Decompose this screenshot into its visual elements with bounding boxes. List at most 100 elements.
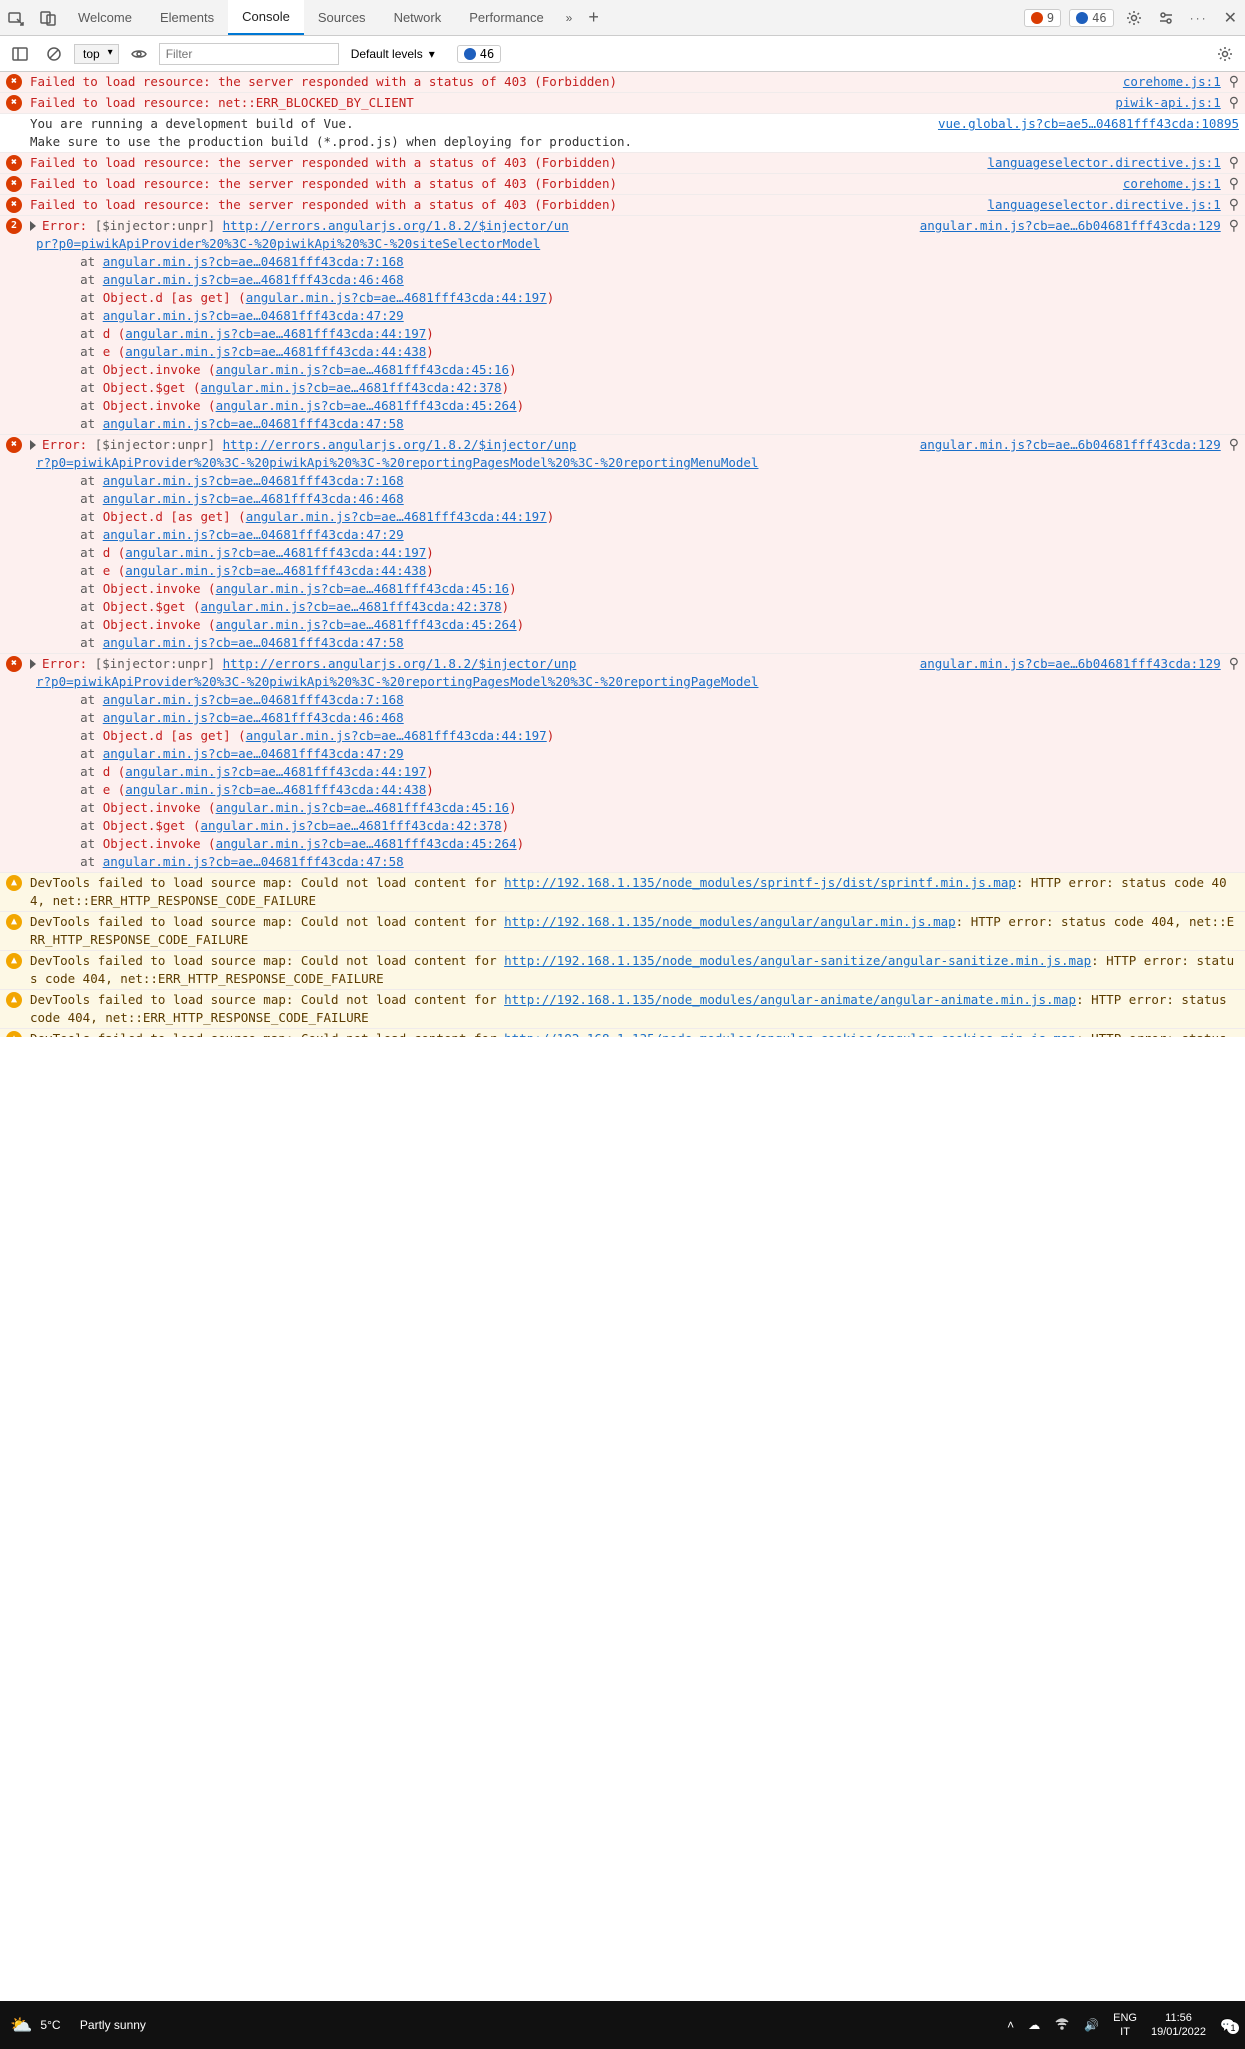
tab-network[interactable]: Network xyxy=(380,0,456,35)
hidden-issues-badge[interactable]: 46 xyxy=(457,45,501,63)
more-tabs-icon[interactable]: » xyxy=(558,0,581,35)
console-settings-icon[interactable] xyxy=(1211,42,1239,66)
stack-link[interactable]: angular.min.js?cb=ae…4681fff43cda:45:16 xyxy=(216,800,510,815)
log-row[interactable]: ✖ Error: [$injector:unpr] http://errors.… xyxy=(0,435,1245,654)
expand-icon[interactable] xyxy=(30,659,36,669)
stack-link[interactable]: angular.min.js?cb=ae…4681fff43cda:45:16 xyxy=(216,362,510,377)
log-row[interactable]: ✖ Error: [$injector:unpr] http://errors.… xyxy=(0,654,1245,873)
magnify-icon[interactable]: ⚲ xyxy=(1229,175,1239,193)
tray-onedrive-icon[interactable]: ☁ xyxy=(1028,2018,1040,2032)
live-eye-icon[interactable] xyxy=(125,42,153,66)
tray-notification-icon[interactable]: 💬1 xyxy=(1220,2018,1235,2032)
stack-link[interactable]: angular.min.js?cb=ae…4681fff43cda:46:468 xyxy=(103,491,404,506)
stack-link[interactable]: angular.min.js?cb=ae…04681fff43cda:47:58 xyxy=(103,635,404,650)
tray-volume-icon[interactable]: 🔊 xyxy=(1084,2018,1099,2032)
sourcemap-url[interactable]: http://192.168.1.135/node_modules/angula… xyxy=(504,914,956,929)
issues-count-badge[interactable]: 46 xyxy=(1069,9,1113,27)
weather-widget[interactable]: ⛅ 5°C Partly sunny xyxy=(10,2015,146,2036)
stack-link[interactable]: angular.min.js?cb=ae…4681fff43cda:44:438 xyxy=(125,563,426,578)
source-link[interactable]: languageselector.directive.js:1 xyxy=(987,196,1220,214)
clear-console-icon[interactable] xyxy=(40,42,68,66)
context-dropdown[interactable]: top xyxy=(74,44,119,64)
stack-link[interactable]: angular.min.js?cb=ae…4681fff43cda:42:378 xyxy=(201,380,502,395)
stack-link[interactable]: angular.min.js?cb=ae…4681fff43cda:45:264 xyxy=(216,398,517,413)
stack-link[interactable]: angular.min.js?cb=ae…04681fff43cda:47:58 xyxy=(103,416,404,431)
filter-input[interactable] xyxy=(159,43,339,65)
stack-link[interactable]: angular.min.js?cb=ae…04681fff43cda:7:168 xyxy=(103,473,404,488)
source-link[interactable]: angular.min.js?cb=ae…6b04681fff43cda:129 xyxy=(920,217,1221,235)
sourcemap-url[interactable]: http://192.168.1.135/node_modules/angula… xyxy=(504,992,1076,1007)
source-link[interactable]: vue.global.js?cb=ae5…04681fff43cda:10895 xyxy=(938,115,1239,133)
stack-link[interactable]: angular.min.js?cb=ae…4681fff43cda:44:197 xyxy=(125,545,426,560)
stack-link[interactable]: angular.min.js?cb=ae…4681fff43cda:45:264 xyxy=(216,836,517,851)
stack-link[interactable]: angular.min.js?cb=ae…4681fff43cda:45:264 xyxy=(216,617,517,632)
log-row[interactable]: ▲ DevTools failed to load source map: Co… xyxy=(0,1029,1245,1037)
error-count-badge[interactable]: 9 xyxy=(1024,9,1061,27)
customize-icon[interactable] xyxy=(1150,0,1182,35)
stack-link[interactable]: angular.min.js?cb=ae…4681fff43cda:44:197 xyxy=(125,764,426,779)
device-toggle-icon[interactable] xyxy=(32,0,64,35)
source-link[interactable]: angular.min.js?cb=ae…6b04681fff43cda:129 xyxy=(920,655,1221,673)
source-link[interactable]: corehome.js:1 xyxy=(1123,175,1221,193)
log-row[interactable]: ✖ Failed to load resource: net::ERR_BLOC… xyxy=(0,93,1245,114)
source-link[interactable]: languageselector.directive.js:1 xyxy=(987,154,1220,172)
error-url[interactable]: http://errors.angularjs.org/1.8.2/$injec… xyxy=(223,656,577,671)
stack-link[interactable]: angular.min.js?cb=ae…04681fff43cda:47:29 xyxy=(103,746,404,761)
stack-link[interactable]: angular.min.js?cb=ae…4681fff43cda:45:16 xyxy=(216,581,510,596)
stack-link[interactable]: angular.min.js?cb=ae…4681fff43cda:44:197 xyxy=(246,290,547,305)
tab-console[interactable]: Console xyxy=(228,0,304,35)
magnify-icon[interactable]: ⚲ xyxy=(1229,154,1239,172)
sourcemap-url[interactable]: http://192.168.1.135/node_modules/sprint… xyxy=(504,875,1016,890)
more-icon[interactable]: ··· xyxy=(1182,0,1216,35)
stack-link[interactable]: angular.min.js?cb=ae…04681fff43cda:47:29 xyxy=(103,527,404,542)
stack-link[interactable]: angular.min.js?cb=ae…04681fff43cda:7:168 xyxy=(103,254,404,269)
error-url-cont[interactable]: r?p0=piwikApiProvider%20%3C-%20piwikApi%… xyxy=(36,674,758,689)
stack-link[interactable]: angular.min.js?cb=ae…04681fff43cda:47:29 xyxy=(103,308,404,323)
error-url-cont[interactable]: r?p0=piwikApiProvider%20%3C-%20piwikApi%… xyxy=(36,455,758,470)
source-link[interactable]: corehome.js:1 xyxy=(1123,73,1221,91)
tray-language[interactable]: ENGIT xyxy=(1113,2011,1137,2039)
log-row[interactable]: ✖ Failed to load resource: the server re… xyxy=(0,72,1245,93)
tab-performance[interactable]: Performance xyxy=(455,0,557,35)
log-row[interactable]: ▲ DevTools failed to load source map: Co… xyxy=(0,873,1245,912)
expand-icon[interactable] xyxy=(30,440,36,450)
magnify-icon[interactable]: ⚲ xyxy=(1229,94,1239,112)
stack-link[interactable]: angular.min.js?cb=ae…4681fff43cda:46:468 xyxy=(103,710,404,725)
add-tab-icon[interactable]: + xyxy=(580,0,607,35)
error-url-cont[interactable]: pr?p0=piwikApiProvider%20%3C-%20piwikApi… xyxy=(36,236,540,251)
log-row[interactable]: ▲ DevTools failed to load source map: Co… xyxy=(0,912,1245,951)
expand-icon[interactable] xyxy=(30,221,36,231)
stack-link[interactable]: angular.min.js?cb=ae…4681fff43cda:44:197 xyxy=(246,728,547,743)
sourcemap-url[interactable]: http://192.168.1.135/node_modules/angula… xyxy=(504,953,1091,968)
error-url[interactable]: http://errors.angularjs.org/1.8.2/$injec… xyxy=(223,218,569,233)
close-icon[interactable]: ✕ xyxy=(1216,0,1245,35)
source-link[interactable]: piwik-api.js:1 xyxy=(1115,94,1220,112)
log-row[interactable]: ✖ Failed to load resource: the server re… xyxy=(0,153,1245,174)
stack-link[interactable]: angular.min.js?cb=ae…4681fff43cda:44:438 xyxy=(125,782,426,797)
source-link[interactable]: angular.min.js?cb=ae…6b04681fff43cda:129 xyxy=(920,436,1221,454)
toggle-sidebar-icon[interactable] xyxy=(6,42,34,66)
error-url[interactable]: http://errors.angularjs.org/1.8.2/$injec… xyxy=(223,437,577,452)
tab-sources[interactable]: Sources xyxy=(304,0,380,35)
stack-link[interactable]: angular.min.js?cb=ae…04681fff43cda:7:168 xyxy=(103,692,404,707)
log-row[interactable]: ▲ DevTools failed to load source map: Co… xyxy=(0,951,1245,990)
magnify-icon[interactable]: ⚲ xyxy=(1229,73,1239,91)
tray-wifi-icon[interactable] xyxy=(1054,2016,1070,2035)
tab-elements[interactable]: Elements xyxy=(146,0,228,35)
magnify-icon[interactable]: ⚲ xyxy=(1229,655,1239,673)
stack-link[interactable]: angular.min.js?cb=ae…4681fff43cda:46:468 xyxy=(103,272,404,287)
stack-link[interactable]: angular.min.js?cb=ae…4681fff43cda:44:197 xyxy=(125,326,426,341)
log-row[interactable]: 2 Error: [$injector:unpr] http://errors.… xyxy=(0,216,1245,435)
magnify-icon[interactable]: ⚲ xyxy=(1229,196,1239,214)
tray-clock[interactable]: 11:5619/01/2022 xyxy=(1151,2011,1206,2039)
log-row[interactable]: ▲ DevTools failed to load source map: Co… xyxy=(0,990,1245,1029)
magnify-icon[interactable]: ⚲ xyxy=(1229,436,1239,454)
log-row[interactable]: ✖ Failed to load resource: the server re… xyxy=(0,195,1245,216)
stack-link[interactable]: angular.min.js?cb=ae…4681fff43cda:44:438 xyxy=(125,344,426,359)
stack-link[interactable]: angular.min.js?cb=ae…4681fff43cda:42:378 xyxy=(201,818,502,833)
tab-welcome[interactable]: Welcome xyxy=(64,0,146,35)
tray-chevron-icon[interactable]: ˄ xyxy=(1007,2018,1014,2032)
stack-link[interactable]: angular.min.js?cb=ae…4681fff43cda:44:197 xyxy=(246,509,547,524)
stack-link[interactable]: angular.min.js?cb=ae…4681fff43cda:42:378 xyxy=(201,599,502,614)
levels-dropdown[interactable]: Default levels xyxy=(351,47,435,61)
